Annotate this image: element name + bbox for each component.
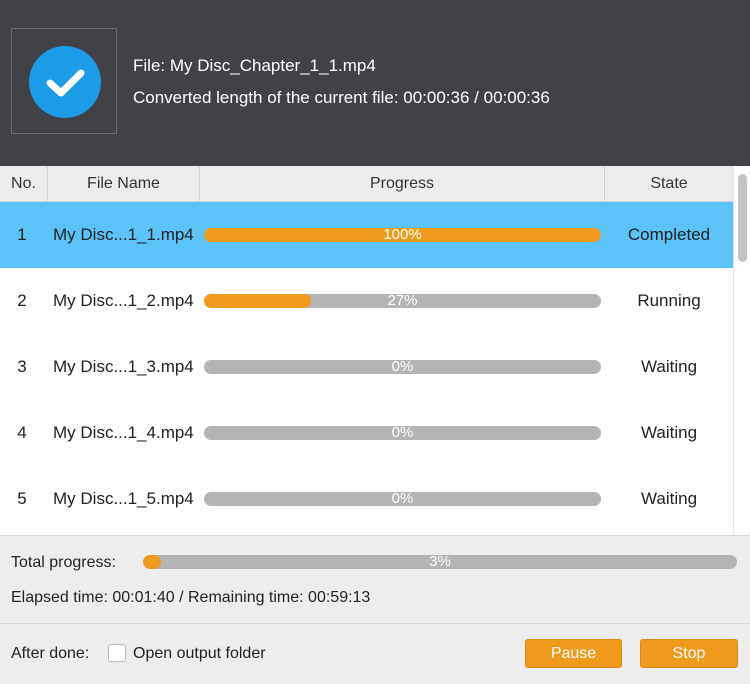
total-progress-percent: 3% [429, 555, 451, 569]
footer-bar: After done: Open output folder Pause Sto… [0, 624, 750, 684]
after-done-label: After done: [11, 645, 90, 662]
row-number: 2 [17, 291, 27, 310]
file-list: 1 My Disc...1_1.mp4 100% Completed 2 My … [0, 202, 733, 535]
current-file-name: File: My Disc_Chapter_1_1.mp4 [133, 56, 376, 75]
total-progress-label: Total progress: [11, 554, 116, 571]
row-progress-bar: 27% [204, 294, 601, 308]
row-progress-bar: 0% [204, 426, 601, 440]
row-file-name: My Disc...1_4.mp4 [53, 423, 194, 442]
row-progress-label: 27% [387, 294, 418, 308]
row-number: 5 [17, 489, 27, 508]
open-output-folder-label[interactable]: Open output folder [133, 645, 266, 663]
row-number: 4 [17, 423, 27, 442]
table-row[interactable]: 3 My Disc...1_3.mp4 0% Waiting [0, 334, 733, 400]
row-state: Waiting [640, 423, 698, 442]
row-progress-bar: 100% [204, 228, 601, 242]
row-state: Running [637, 291, 701, 310]
row-file-name: My Disc...1_5.mp4 [53, 489, 194, 508]
table-row[interactable]: 2 My Disc...1_2.mp4 27% Running [0, 268, 733, 334]
column-header-no[interactable]: No. [0, 166, 48, 202]
conversion-header: File: My Disc_Chapter_1_1.mp4 Converted … [0, 0, 750, 166]
column-header-progress[interactable]: Progress [200, 166, 605, 202]
table-header: No. File Name Progress State [0, 166, 733, 202]
total-progress-panel: Total progress: 3% Elapsed time: 00:01:4… [0, 535, 750, 624]
elapsed-remaining-time: Elapsed time: 00:01:40 / Remaining time:… [11, 589, 371, 606]
table-row[interactable]: 1 My Disc...1_1.mp4 100% Completed [0, 202, 733, 268]
row-number: 3 [17, 357, 27, 376]
row-progress-label: 0% [391, 360, 414, 374]
file-thumbnail [11, 28, 117, 134]
total-progress-bar: 3% [143, 555, 737, 569]
open-output-folder-checkbox[interactable] [108, 644, 126, 662]
table-row[interactable]: 4 My Disc...1_4.mp4 0% Waiting [0, 400, 733, 466]
row-file-name: My Disc...1_1.mp4 [53, 225, 194, 244]
row-number: 1 [17, 225, 27, 244]
converted-length: Converted length of the current file: 00… [133, 88, 550, 107]
row-state: Waiting [640, 357, 698, 376]
row-progress-label: 0% [391, 426, 414, 440]
column-header-file-name[interactable]: File Name [48, 166, 200, 202]
row-state: Completed [627, 225, 711, 244]
row-progress-label: 0% [391, 492, 414, 506]
table-row[interactable]: 5 My Disc...1_5.mp4 0% Waiting [0, 466, 733, 532]
row-progress-label: 100% [383, 228, 422, 242]
stop-button[interactable]: Stop [640, 639, 738, 668]
row-progress-bar: 0% [204, 492, 601, 506]
list-scrollbar[interactable] [733, 166, 750, 535]
checkmark-circle-icon [29, 46, 101, 118]
scrollbar-thumb[interactable] [738, 174, 747, 262]
row-progress-bar: 0% [204, 360, 601, 374]
pause-button[interactable]: Pause [525, 639, 622, 668]
row-state: Waiting [640, 489, 698, 508]
row-file-name: My Disc...1_3.mp4 [53, 357, 194, 376]
column-header-state[interactable]: State [605, 166, 733, 202]
row-file-name: My Disc...1_2.mp4 [53, 291, 194, 310]
